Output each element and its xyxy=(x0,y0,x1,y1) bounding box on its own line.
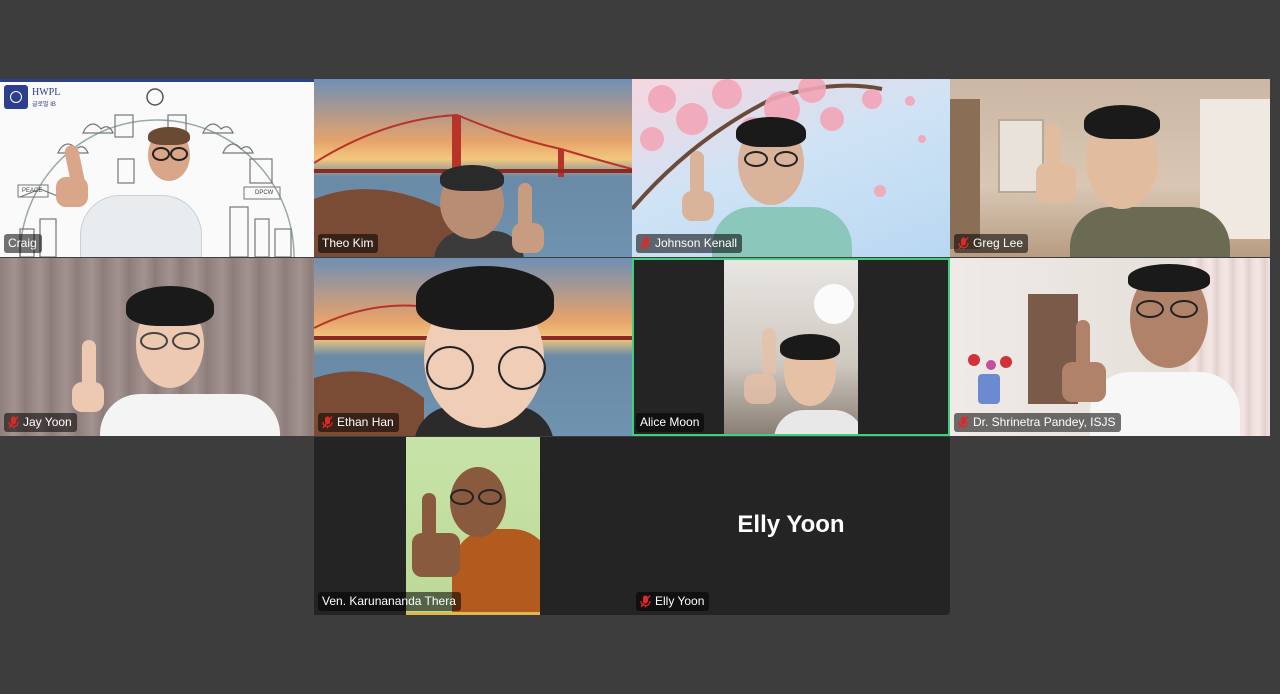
participant-name: Alice Moon xyxy=(640,415,700,429)
video-tile-johnson-kenall[interactable]: Johnson Kenall xyxy=(632,79,950,257)
name-tag: Ven. Karunananda Thera xyxy=(318,592,461,611)
participant-video xyxy=(314,258,632,436)
slide-logo-text: HWPL xyxy=(32,87,61,98)
video-tile-jay-yoon[interactable]: Jay Yoon xyxy=(0,258,314,436)
video-tile-craig[interactable]: HWPL 글로벌 IB PEACE DPCW Craig xyxy=(0,79,314,257)
mic-muted-icon xyxy=(8,416,19,429)
participant-video xyxy=(314,79,632,257)
participant-name: Dr. Shrinetra Pandey, ISJS xyxy=(973,415,1116,429)
participant-video xyxy=(950,258,1270,436)
video-tile-ethan-han[interactable]: Ethan Han xyxy=(314,258,632,436)
flower-vase xyxy=(964,354,1016,414)
participant-video xyxy=(0,258,314,436)
participant-video xyxy=(632,79,950,257)
doorway xyxy=(950,99,980,249)
name-tag: Ethan Han xyxy=(318,413,399,432)
participant-name: Jay Yoon xyxy=(23,415,72,429)
slide-dpcw-label: DPCW xyxy=(255,190,274,196)
participant-name: Craig xyxy=(8,236,37,250)
name-tag: Elly Yoon xyxy=(636,592,710,611)
participant-video xyxy=(724,260,858,434)
ceiling-light xyxy=(814,284,854,324)
video-tile-karunananda-thera[interactable]: Ven. Karunananda Thera xyxy=(314,437,632,615)
participant-name: Ven. Karunananda Thera xyxy=(322,594,456,608)
participant-name: Elly Yoon xyxy=(655,594,705,608)
mic-muted-icon xyxy=(640,595,651,608)
video-tile-alice-moon[interactable]: Alice Moon xyxy=(632,258,950,436)
mic-muted-icon xyxy=(958,416,969,429)
participant-video xyxy=(56,125,240,257)
video-off-display-name: Elly Yoon xyxy=(737,511,845,538)
name-tag: Theo Kim xyxy=(318,234,379,253)
video-tile-elly-yoon[interactable]: Elly Yoon Elly Yoon xyxy=(632,437,950,615)
participant-name: Ethan Han xyxy=(337,415,394,429)
slide-logo xyxy=(4,85,28,109)
slide-logo-subtext: 글로벌 IB xyxy=(32,102,56,108)
name-tag: Johnson Kenall xyxy=(636,234,743,253)
name-tag: Greg Lee xyxy=(954,234,1029,253)
logo-icon xyxy=(10,91,22,103)
participant-name: Johnson Kenall xyxy=(655,236,738,250)
mic-muted-icon xyxy=(640,237,651,250)
slide-peace-label: PEACE xyxy=(22,188,43,194)
mic-muted-icon xyxy=(322,416,333,429)
participant-video xyxy=(950,79,1270,257)
participant-name: Theo Kim xyxy=(322,236,374,250)
participant-name: Greg Lee xyxy=(973,236,1024,250)
video-tile-shrinetra-pandey[interactable]: Dr. Shrinetra Pandey, ISJS xyxy=(950,258,1270,436)
name-tag: Craig xyxy=(4,234,42,253)
video-edge-highlight xyxy=(406,612,540,615)
participant-video xyxy=(406,437,540,615)
name-tag: Alice Moon xyxy=(636,413,705,432)
mic-muted-icon xyxy=(958,237,969,250)
video-tile-theo-kim[interactable]: Theo Kim xyxy=(314,79,632,257)
video-tile-greg-lee[interactable]: Greg Lee xyxy=(950,79,1270,257)
name-tag: Dr. Shrinetra Pandey, ISJS xyxy=(954,413,1121,432)
name-tag: Jay Yoon xyxy=(4,413,77,432)
